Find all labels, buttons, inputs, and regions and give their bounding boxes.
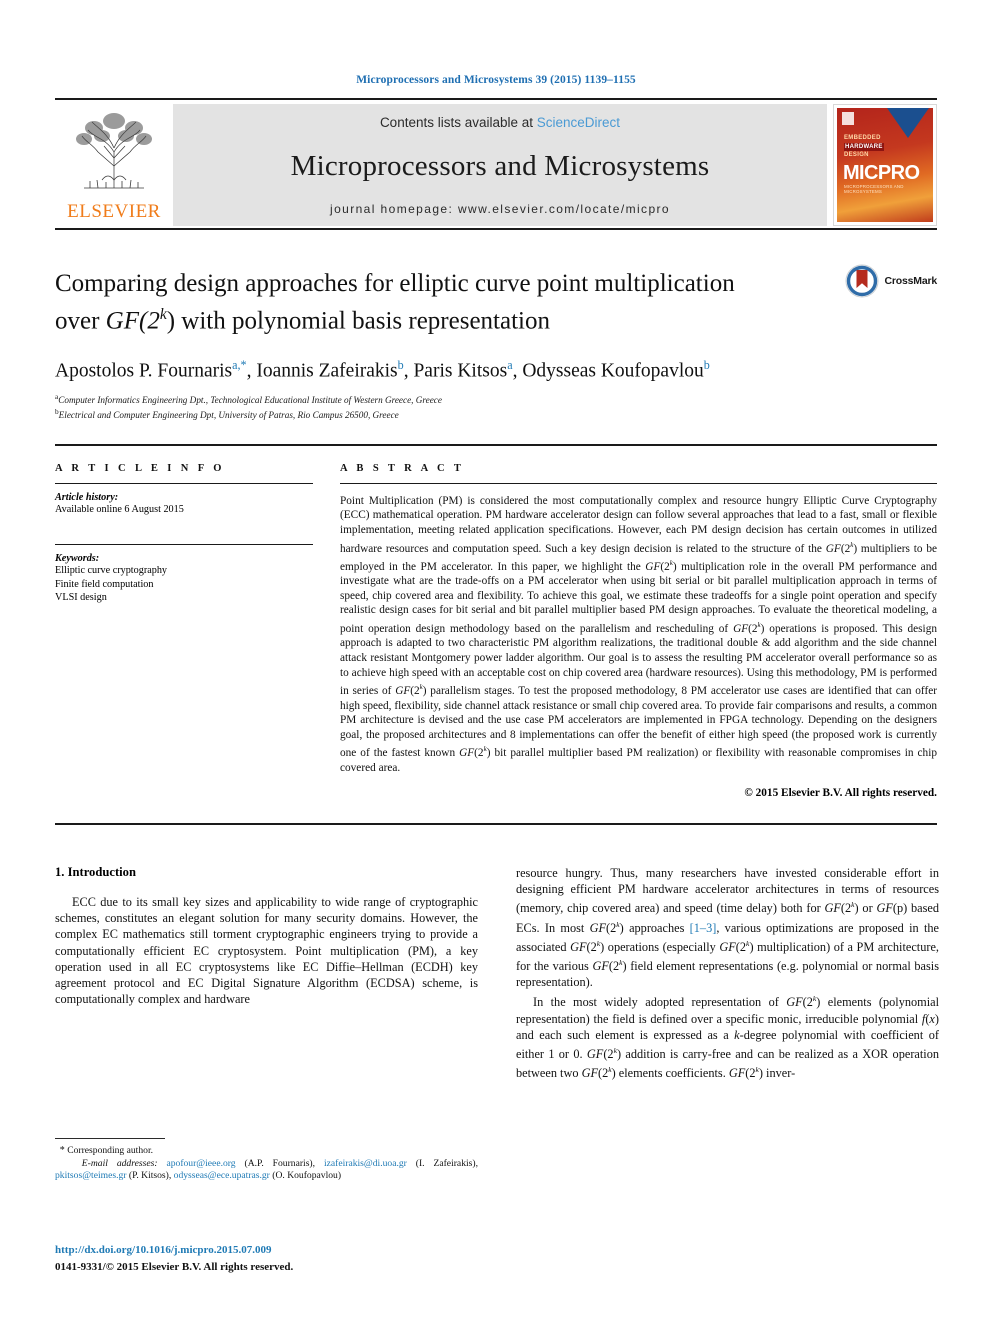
keyword-item: Finite field computation bbox=[55, 578, 154, 590]
contents-available-line: Contents lists available at ScienceDirec… bbox=[380, 115, 620, 130]
abstract-bottom-rule bbox=[55, 823, 937, 826]
keywords-rule bbox=[55, 544, 313, 546]
keyword-item: Elliptic curve cryptography bbox=[55, 565, 168, 577]
header-rule bbox=[55, 98, 937, 100]
affiliation-item: bElectrical and Computer Engineering Dpt… bbox=[55, 406, 937, 421]
title-exponent-k: k bbox=[159, 306, 167, 323]
running-head: Microprocessors and Microsystems 39 (201… bbox=[356, 74, 636, 86]
email-label: E-mail addresses: bbox=[81, 1157, 158, 1169]
email-link[interactable]: izafeirakis@di.uoa.gr bbox=[324, 1158, 407, 1169]
elsevier-logo: ELSEVIER bbox=[55, 104, 173, 226]
author-marks[interactable]: a bbox=[507, 358, 512, 372]
section-heading-introduction: 1. Introduction bbox=[55, 865, 136, 880]
email-link[interactable]: odysseas@ece.upatras.gr bbox=[174, 1170, 270, 1181]
crossmark-label: CrossMark bbox=[884, 275, 938, 287]
author-list: Apostolos P. Fournarisa,*, Ioannis Zafei… bbox=[55, 358, 710, 382]
cover-title: MICPRO bbox=[843, 162, 920, 184]
doi-block: http://dx.doi.org/10.1016/j.micpro.2015.… bbox=[55, 1243, 485, 1275]
crossmark-icon bbox=[845, 264, 879, 298]
intro-paragraph-left: ECC due to its small key sizes and appli… bbox=[55, 895, 478, 1006]
elsevier-wordmark: ELSEVIER bbox=[67, 201, 161, 222]
affiliation-list: aComputer Informatics Engineering Dpt., … bbox=[55, 391, 937, 422]
title-line-2-pre: over bbox=[55, 307, 106, 335]
abstract-rule bbox=[340, 482, 937, 484]
corresponding-author-note: * Corresponding author. bbox=[55, 1145, 478, 1158]
abstract-column: A B S T R A C T Point Multiplication (PM… bbox=[340, 462, 937, 800]
cover-triangle-icon bbox=[887, 108, 929, 138]
footnote-block: * Corresponding author. E-mail addresses… bbox=[55, 1138, 478, 1183]
body-columns: 1. Introduction ECC due to its small key… bbox=[55, 865, 939, 1082]
title-line-1: Comparing design approaches for elliptic… bbox=[55, 270, 735, 297]
title-gf: GF bbox=[105, 307, 139, 335]
article-info-rule bbox=[55, 482, 313, 484]
article-history-label: Article history: bbox=[55, 491, 119, 503]
article-info-column: A R T I C L E I N F O Article history: A… bbox=[55, 463, 313, 800]
page-title: Comparing design approaches for elliptic… bbox=[55, 268, 845, 336]
contents-prefix: Contents lists available at bbox=[379, 115, 537, 130]
corresponding-author-text: Corresponding author. bbox=[67, 1145, 154, 1156]
sciencedirect-link[interactable]: ScienceDirect bbox=[537, 115, 620, 130]
keywords-label: Keywords: bbox=[55, 553, 100, 565]
crossmark-badge[interactable]: CrossMark bbox=[845, 264, 937, 298]
issn-copyright-line: 0141-9331/© 2015 Elsevier B.V. All right… bbox=[55, 1261, 294, 1273]
masthead-bottom-rule bbox=[55, 228, 937, 230]
email-addresses-note: E-mail addresses: apofour@ieee.org (A.P.… bbox=[55, 1157, 478, 1182]
intro-paragraph-right-1: resource hungry. Thus, many researchers … bbox=[516, 866, 939, 990]
affiliation-item: aComputer Informatics Engineering Dpt., … bbox=[55, 391, 937, 406]
journal-title: Microprocessors and Microsystems bbox=[290, 149, 710, 182]
masthead-center-panel: Contents lists available at ScienceDirec… bbox=[173, 104, 827, 226]
author-name: Paris Kitsos bbox=[413, 360, 508, 382]
article-info-heading: A R T I C L E I N F O bbox=[55, 462, 225, 474]
author-marks[interactable]: b bbox=[704, 358, 710, 372]
email-link[interactable]: apofour@ieee.org bbox=[166, 1158, 235, 1169]
author-name: Ioannis Zafeirakis bbox=[256, 360, 398, 382]
paper-page: Microprocessors and Microsystems 39 (201… bbox=[0, 0, 992, 1323]
email-link[interactable]: pkitsos@teimes.gr bbox=[55, 1170, 126, 1181]
article-history-value: Available online 6 August 2015 bbox=[55, 503, 184, 515]
abstract-text: Point Multiplication (PM) is considered … bbox=[340, 494, 937, 774]
cover-kicker: EMBEDDED HARDWARE DESIGN bbox=[844, 134, 884, 160]
body-column-right: resource hungry. Thus, many researchers … bbox=[516, 865, 939, 1082]
cover-elsevier-mark-icon bbox=[842, 112, 854, 125]
email-owner: (A.P. Fournaris) bbox=[244, 1157, 313, 1169]
doi-link[interactable]: http://dx.doi.org/10.1016/j.micpro.2015.… bbox=[55, 1243, 485, 1257]
abstract-copyright: © 2015 Elsevier B.V. All rights reserved… bbox=[744, 787, 937, 800]
affiliation-text: Computer Informatics Engineering Dpt., T… bbox=[58, 394, 442, 405]
journal-masthead: ELSEVIER Contents lists available at Sci… bbox=[55, 104, 937, 226]
journal-homepage-link[interactable]: journal homepage: www.elsevier.com/locat… bbox=[330, 202, 670, 216]
keyword-item: VLSI design bbox=[55, 591, 107, 603]
cover-kicker-line-2: HARDWARE bbox=[844, 142, 884, 151]
author-marks[interactable]: a,* bbox=[232, 358, 246, 372]
title-block: CrossMark Comparing design approaches fo… bbox=[55, 264, 937, 422]
cover-subtitle: MICROPROCESSORS AND MICROSYSTEMS bbox=[844, 184, 904, 194]
abstract-heading: A B S T R A C T bbox=[340, 462, 465, 474]
footnote-rule bbox=[55, 1138, 165, 1139]
email-owner: (O. Koufopavlou) bbox=[272, 1170, 342, 1182]
author-name: Odysseas Koufopavlou bbox=[522, 360, 704, 382]
cover-kicker-line-3: DESIGN bbox=[844, 152, 869, 158]
email-owner: (P. Kitsos) bbox=[128, 1170, 169, 1182]
title-paren-2: (2 bbox=[139, 307, 160, 335]
citation-link[interactable]: [1–3] bbox=[690, 921, 717, 935]
journal-cover-art: EMBEDDED HARDWARE DESIGN MICPRO MICROPRO… bbox=[837, 108, 933, 222]
affiliation-text: Electrical and Computer Engineering Dpt,… bbox=[58, 410, 399, 421]
title-line-2-post: ) with polynomial basis representation bbox=[166, 307, 550, 335]
author-name: Apostolos P. Fournaris bbox=[55, 360, 233, 382]
elsevier-tree-icon bbox=[76, 113, 152, 189]
corresponding-author-star: * bbox=[59, 1145, 65, 1156]
journal-cover-thumbnail[interactable]: EMBEDDED HARDWARE DESIGN MICPRO MICROPRO… bbox=[833, 104, 937, 226]
email-owner: (I. Zafeirakis) bbox=[415, 1157, 476, 1169]
cover-kicker-line-1: EMBEDDED bbox=[844, 135, 881, 141]
title-bottom-rule bbox=[55, 443, 937, 446]
author-marks[interactable]: b bbox=[398, 358, 404, 372]
body-column-left: 1. Introduction ECC due to its small key… bbox=[55, 865, 478, 1082]
info-abstract-row: A R T I C L E I N F O Article history: A… bbox=[55, 462, 937, 800]
intro-paragraph-right-2: In the most widely adopted representatio… bbox=[516, 994, 939, 1080]
